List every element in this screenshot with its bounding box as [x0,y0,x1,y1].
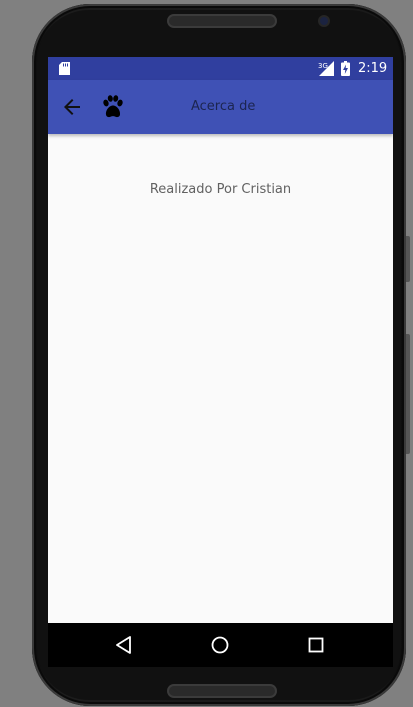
volume-button [406,236,410,282]
top-speaker [169,16,275,26]
sd-card-icon [59,62,70,75]
paw-icon [103,95,123,118]
circle-home-icon[interactable] [207,632,233,658]
app-toolbar: Acerca de [48,80,393,134]
battery-charging-icon [341,61,350,76]
device-screen: 3G 2:19 Acerca de Realizado Por Cristian [48,57,393,667]
credits-text: Realizado Por Cristian [149,182,292,197]
toolbar-title: Acerca de [191,99,256,114]
bottom-speaker [169,686,275,696]
navigation-bar [48,623,393,667]
status-bar: 3G 2:19 [48,57,393,80]
triangle-back-icon[interactable] [111,632,137,658]
signal-icon: 3G [318,61,334,76]
power-button [406,334,410,454]
front-camera [320,17,328,25]
square-recents-icon[interactable] [303,632,329,658]
status-time: 2:19 [358,61,388,76]
network-type-label: 3G [318,62,328,70]
arrow-back-icon[interactable] [60,95,84,119]
